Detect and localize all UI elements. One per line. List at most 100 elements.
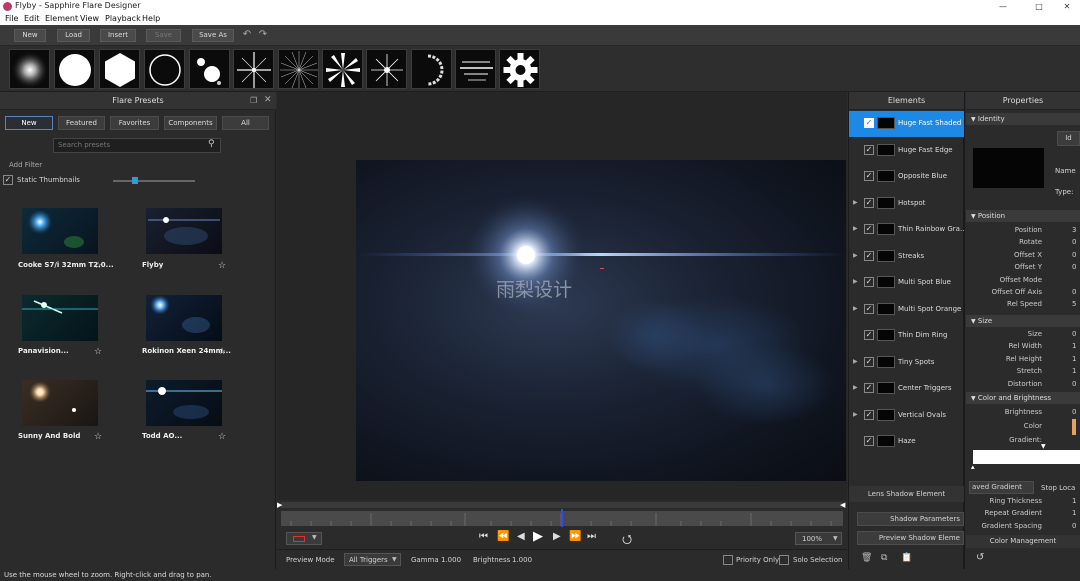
clipboard-icon[interactable]: 📋: [901, 553, 912, 563]
menu-file[interactable]: File: [5, 14, 18, 23]
element-row[interactable]: ▶ ✓ Multi Spot Orange: [849, 297, 964, 323]
circle-element-icon[interactable]: [54, 49, 95, 89]
glow-element-icon[interactable]: [9, 49, 50, 89]
arc-element-icon[interactable]: [411, 49, 452, 89]
solo-selection-checkbox[interactable]: [779, 555, 789, 565]
tab-favorites[interactable]: Favorites: [110, 116, 159, 130]
shadow-parameters-button[interactable]: Shadow Parameters: [857, 512, 964, 526]
load-button[interactable]: Load: [57, 29, 90, 42]
starburst-element-icon[interactable]: [278, 49, 319, 89]
range-start-handle[interactable]: ▶: [277, 501, 282, 509]
element-row[interactable]: ▶ ✓ Streaks: [849, 244, 964, 270]
trigger-color-dropdown[interactable]: ▼: [286, 532, 322, 545]
thumbnail-size-slider[interactable]: [113, 180, 195, 182]
menu-help[interactable]: Help: [142, 14, 160, 23]
delete-icon[interactable]: 🗑: [861, 553, 872, 563]
color-swatch[interactable]: [1072, 419, 1076, 435]
property-value[interactable]: 0: [1072, 380, 1076, 388]
playhead[interactable]: [561, 509, 563, 527]
maximize-icon[interactable]: □: [1026, 0, 1052, 13]
property-value[interactable]: 0: [1072, 330, 1076, 338]
sparkle-element-icon[interactable]: [366, 49, 407, 89]
property-value[interactable]: 0: [1072, 288, 1076, 296]
hexagon-element-icon[interactable]: [99, 49, 140, 89]
search-icon[interactable]: ⚲: [208, 139, 215, 149]
property-value[interactable]: 1: [1072, 367, 1076, 375]
redo-icon[interactable]: ↷: [257, 29, 269, 41]
expand-arrow-icon[interactable]: ▶: [853, 225, 858, 232]
search-input[interactable]: Search presets: [53, 138, 221, 153]
insert-button[interactable]: Insert: [100, 29, 136, 42]
element-visible-checkbox[interactable]: ✓: [864, 409, 874, 420]
menu-element[interactable]: Element: [45, 14, 78, 23]
property-value[interactable]: 1: [1072, 355, 1076, 363]
zoom-dropdown[interactable]: 100% ▼: [795, 532, 842, 545]
element-visible-checkbox[interactable]: ✓: [864, 197, 874, 208]
range-end-handle[interactable]: ◀: [840, 501, 845, 509]
element-visible-checkbox[interactable]: ✓: [864, 144, 874, 155]
tab-featured[interactable]: Featured: [58, 116, 105, 130]
element-visible-checkbox[interactable]: ✓: [864, 356, 874, 367]
color-management-section[interactable]: Color Management: [966, 535, 1080, 548]
expand-arrow-icon[interactable]: ▶: [853, 305, 858, 312]
element-visible-checkbox[interactable]: ✓: [864, 118, 874, 128]
undock-icon[interactable]: ❐: [250, 96, 257, 105]
skip-end-icon[interactable]: ⏭: [587, 531, 596, 542]
save-button[interactable]: Save: [146, 29, 181, 42]
save-as-button[interactable]: Save As: [192, 29, 234, 42]
saved-gradient-dropdown[interactable]: aved Gradient: [969, 481, 1034, 494]
property-value[interactable]: 1: [1072, 342, 1076, 350]
element-visible-checkbox[interactable]: ✓: [864, 383, 874, 393]
step-back-many-icon[interactable]: ⏪: [497, 531, 509, 542]
element-row[interactable]: ✓ Opposite Blue: [849, 164, 964, 190]
spots-element-icon[interactable]: [189, 49, 230, 89]
new-button[interactable]: New: [14, 29, 46, 42]
star-element-icon[interactable]: [233, 49, 274, 89]
loop-icon[interactable]: ⭯: [622, 530, 632, 551]
favorite-star-icon[interactable]: ☆: [218, 347, 226, 357]
preset-thumbnail[interactable]: [146, 380, 222, 426]
property-value[interactable]: 1: [1072, 497, 1076, 505]
size-section[interactable]: ▼ Size: [966, 315, 1080, 327]
element-row[interactable]: ▶ ✓ Hotspot: [849, 191, 964, 217]
property-value[interactable]: 0: [1072, 238, 1076, 246]
expand-arrow-icon[interactable]: ▶: [853, 199, 858, 206]
step-back-icon[interactable]: ◀: [517, 531, 525, 542]
preset-thumbnail[interactable]: [22, 295, 98, 341]
flare-preview-canvas[interactable]: 雨梨设计: [356, 160, 846, 481]
element-row[interactable]: ▶ ✓ Vertical Ovals: [849, 403, 964, 429]
tab-new[interactable]: New: [5, 116, 53, 130]
property-value[interactable]: 3: [1072, 226, 1076, 234]
preset-thumbnail[interactable]: [146, 295, 222, 341]
gradient-stop-top-icon[interactable]: ▼: [1041, 443, 1046, 450]
favorite-star-icon[interactable]: ☆: [94, 432, 102, 442]
timeline[interactable]: ▶ ◀: [277, 500, 847, 528]
expand-arrow-icon[interactable]: ▶: [853, 278, 858, 285]
rays-element-icon[interactable]: [322, 49, 363, 89]
identity-section[interactable]: ▼ Identity: [966, 113, 1080, 125]
gear-icon[interactable]: [499, 49, 540, 89]
play-icon[interactable]: ▶: [533, 529, 543, 544]
add-filter-link[interactable]: Add Filter: [9, 161, 42, 169]
preset-thumbnail[interactable]: [146, 208, 222, 254]
element-visible-checkbox[interactable]: ✓: [864, 250, 874, 261]
element-visible-checkbox[interactable]: ✓: [864, 303, 874, 314]
step-forward-many-icon[interactable]: ⏩: [569, 531, 581, 542]
close-icon[interactable]: ✕: [1054, 0, 1080, 13]
timeline-range-bar[interactable]: [281, 502, 843, 508]
element-visible-checkbox[interactable]: ✓: [864, 277, 874, 287]
element-visible-checkbox[interactable]: ✓: [864, 436, 874, 446]
trigger-mode-dropdown[interactable]: All Triggers ▼: [344, 553, 401, 566]
property-value[interactable]: 0: [1072, 522, 1076, 530]
menu-edit[interactable]: Edit: [24, 14, 40, 23]
id-button[interactable]: Id: [1057, 131, 1080, 146]
reset-icon[interactable]: ↺: [976, 552, 984, 563]
position-section[interactable]: ▼ Position: [966, 210, 1080, 222]
element-row[interactable]: ✓ Thin Dim Ring: [849, 323, 964, 349]
element-row[interactable]: ▶ ✓ Tiny Spots: [849, 350, 964, 376]
gradient-editor[interactable]: [973, 450, 1080, 464]
tab-all[interactable]: All: [222, 116, 269, 130]
brightness-value[interactable]: 1.000: [512, 556, 532, 564]
menu-playback[interactable]: Playback: [105, 14, 141, 23]
tab-components[interactable]: Components: [164, 116, 217, 130]
